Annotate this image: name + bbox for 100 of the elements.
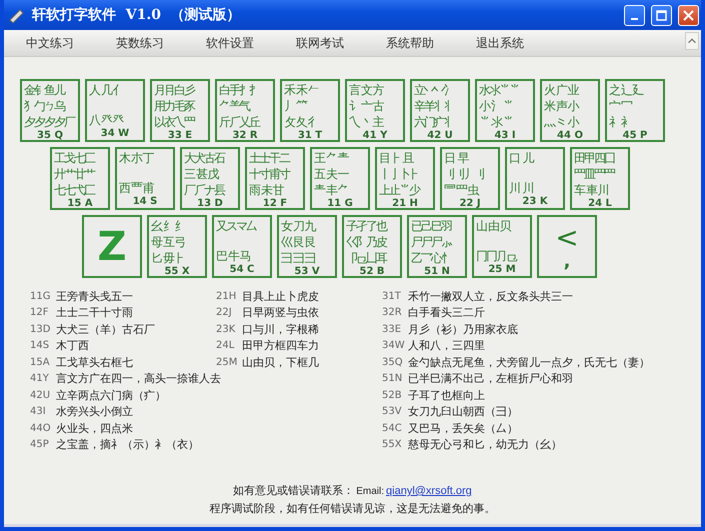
menu-item[interactable]: 中文练习 <box>26 32 116 54</box>
radical-line: 十寸甫寸 <box>249 166 289 182</box>
radical-line: 刂刂丿刂 <box>444 166 484 182</box>
mnemonic-text: 水旁兴头小倒立 <box>56 404 133 420</box>
radical-line: 辛羊丬丬 <box>414 98 454 114</box>
radical-line: 匕 毋 ⺊ <box>151 250 185 266</box>
key-symbol: , <box>564 252 570 270</box>
key-label: 44 O <box>556 130 584 141</box>
menu-item[interactable]: 软件设置 <box>206 32 296 54</box>
radical-line: 讠 亠 古 <box>349 98 383 114</box>
key-label: 13 D <box>196 198 224 209</box>
radical-line: 礻 衤 <box>609 114 631 130</box>
key-label: 35 Q <box>36 130 64 141</box>
mnemonic-text: 山由贝，下框几 <box>242 354 319 370</box>
key-label: 31 T <box>296 130 324 141</box>
key-code: 31T <box>382 290 402 302</box>
radical-line: 口 儿 <box>509 150 533 166</box>
radical-line: 六门疒丬 <box>414 114 454 130</box>
key-code: 33E <box>382 324 402 335</box>
radical-line: 幺 纟 纟 <box>151 218 185 234</box>
mnemonic-text: 土士二干十寸雨 <box>56 305 133 320</box>
radical-line: 冂冂⺆⺋ <box>476 248 516 264</box>
mnemonic-text: 言文方广在四一，高头一捺谁人去 <box>56 371 221 386</box>
key-code: 34W <box>382 340 402 352</box>
radical-line: 巜阝乃皮 <box>346 234 386 250</box>
menu-item[interactable]: 系统帮助 <box>386 32 476 54</box>
key-label: 51 N <box>423 266 451 277</box>
radical-line: 女 刀 九 <box>281 218 315 234</box>
radical-line: 用力毛豕 <box>154 98 194 114</box>
radical-line: 禾 禾 𠂉 <box>284 82 318 98</box>
key-label: 25 M <box>487 264 517 275</box>
radical-line: 八 癶 癶 <box>89 112 123 128</box>
key-code: 54C <box>382 422 402 434</box>
menu-item[interactable]: 联网考试 <box>296 32 386 54</box>
key-code: 41Y <box>30 373 50 384</box>
pen-icon <box>8 7 26 23</box>
radical-line: 母 互 弓 <box>151 234 185 250</box>
maximize-button[interactable] <box>651 4 672 26</box>
key-code: 53V <box>382 406 402 418</box>
mnemonic-text: 工戈草头右框七 <box>56 354 133 370</box>
menu-item[interactable]: 退出系统 <box>476 32 566 54</box>
key-code: 21H <box>216 290 236 302</box>
radical-line: 水氺⺌⺌ <box>479 82 519 98</box>
radical-line: ⺜ 罒 虫 <box>444 182 478 198</box>
key-code: 55X <box>382 439 402 450</box>
radical-line: 月⺝白彡 <box>154 82 194 98</box>
radical-line: 大犬古石 <box>184 150 224 166</box>
key-code: 51N <box>382 373 402 384</box>
minimize-button[interactable] <box>624 4 645 26</box>
key-code: 42U <box>30 390 50 401</box>
mnemonic-text: 月彡（衫）乃用家衣底 <box>408 322 518 337</box>
key-code: 45P <box>30 439 50 450</box>
key-label: 12 F <box>262 198 288 209</box>
key-label: 53 V <box>293 266 321 277</box>
mnemonic-text: 立辛两点六门病（疒） <box>56 388 166 403</box>
close-icon <box>683 10 694 20</box>
mnemonic-text: 已半巳满不出己，左框折尸心和羽 <box>408 371 573 386</box>
radical-line: 木 朩 丁 <box>119 150 153 166</box>
radical-line: 已己巳羽 <box>411 218 451 234</box>
menu-item[interactable]: 英数练习 <box>116 32 206 54</box>
radical-line: 白手扌扌 <box>219 82 259 98</box>
mnemonic-text: 火业头，四点米 <box>56 420 133 436</box>
radical-line: 子孑了也 <box>346 218 386 234</box>
mnemonic-text: 金勺缺点无尾鱼，犬旁留儿一点夕，氏无七（妻） <box>408 354 650 370</box>
radical-line: 土士干二 <box>249 150 289 166</box>
radical-line: 尸尸尸⺗ <box>411 234 451 250</box>
mnemonic-text: 白手看头三二斤 <box>408 305 485 320</box>
radical-line: 犭勹ㄅ乌 <box>24 98 64 114</box>
mnemonic-text: 口与川，字根稀 <box>242 322 319 337</box>
radical-line: 卩⺋凵耳 <box>346 250 386 266</box>
scroll-up-button[interactable] <box>685 32 699 50</box>
key-code: 25M <box>216 356 236 368</box>
radical-line: 小 氵 ⺌ <box>479 98 513 114</box>
key-label: 43 I <box>493 130 517 141</box>
close-button[interactable] <box>678 4 699 26</box>
key-symbol: < <box>555 222 579 252</box>
key-code: 11G <box>30 290 50 302</box>
key-code: 13D <box>30 324 50 335</box>
radical-line: 山 由 贝 <box>476 218 510 234</box>
radical-line: 言 文 方 <box>349 82 383 98</box>
radical-line: 工戈七匚 <box>54 150 94 166</box>
radical-line: 王 ⺈ 龶 <box>314 150 348 166</box>
radical-line: 巴 牛 马 <box>216 248 250 264</box>
radical-line: 人 几 亻 <box>89 82 123 98</box>
key-label: 21 H <box>391 198 419 209</box>
radical-line: 火 广 业 <box>544 82 578 98</box>
email-link[interactable]: qianyl@xrsoft.org <box>386 485 472 497</box>
radical-line: 又スマ厶 <box>216 218 256 234</box>
radical-line: 三 甚 戊 <box>184 166 218 182</box>
mnemonic-text: 木丁西 <box>56 338 89 354</box>
key-code: 15A <box>30 356 50 368</box>
key-label: 54 C <box>228 264 256 275</box>
radical-line: 乀 丶 主 <box>349 114 383 130</box>
mnemonic-text: 目具上止卜虎皮 <box>242 288 319 304</box>
mnemonic-text: 又巴马，丢矢矣（厶） <box>408 420 518 436</box>
mnemonic-text: 日早两竖与虫依 <box>242 305 319 320</box>
radical-line: 田甲四囗 <box>574 150 614 166</box>
key-label: 52 B <box>358 266 386 277</box>
mnemonic-text: 大犬三（羊）古石厂 <box>56 322 155 337</box>
key-label: 34 W <box>100 128 130 139</box>
